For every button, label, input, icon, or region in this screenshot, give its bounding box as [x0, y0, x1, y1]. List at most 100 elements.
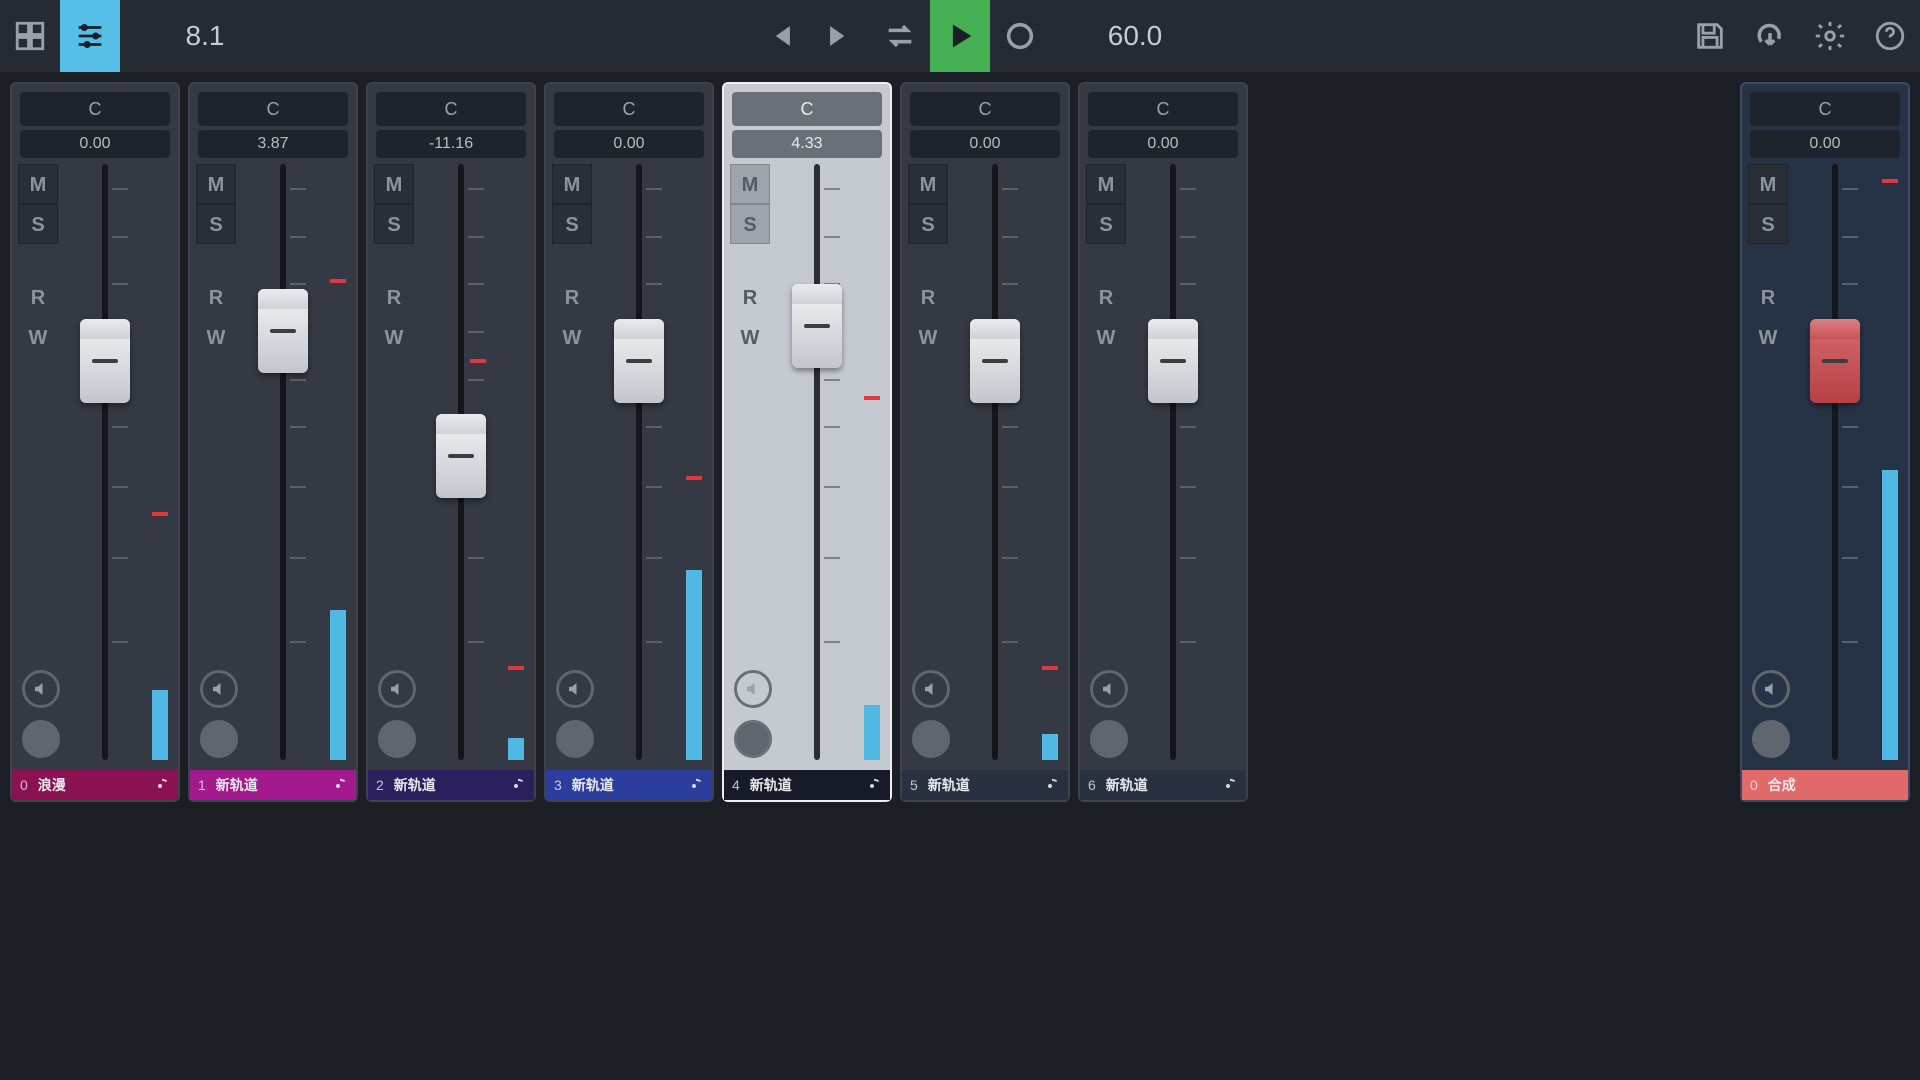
read-auto-button[interactable]: R [196, 278, 236, 318]
arm-record-icon[interactable] [22, 720, 60, 758]
pan-value[interactable]: C [1750, 92, 1900, 126]
channel-footer[interactable]: 1 新轨道 [190, 770, 356, 800]
master-channel[interactable]: C 0.00 M S R W [1740, 82, 1910, 802]
write-auto-button[interactable]: W [730, 318, 770, 358]
help-icon[interactable] [1860, 0, 1920, 72]
mute-button[interactable]: M [1086, 164, 1126, 204]
grid-view-icon[interactable] [0, 0, 60, 72]
mixer-channel[interactable]: C -11.16 M S R W [366, 82, 536, 802]
mute-button[interactable]: M [18, 164, 58, 204]
monitor-icon[interactable] [200, 670, 238, 708]
mute-button[interactable]: M [730, 164, 770, 204]
write-auto-button[interactable]: W [552, 318, 592, 358]
pan-value[interactable]: C [1088, 92, 1238, 126]
monitor-icon[interactable] [556, 670, 594, 708]
db-value[interactable]: 0.00 [1088, 130, 1238, 158]
fader-handle[interactable] [436, 414, 486, 498]
channel-footer[interactable]: 0 浪漫 [12, 770, 178, 800]
prev-icon[interactable] [750, 0, 810, 72]
read-auto-button[interactable]: R [730, 278, 770, 318]
monitor-icon[interactable] [1752, 670, 1790, 708]
write-auto-button[interactable]: W [1086, 318, 1126, 358]
tempo-value[interactable]: 60.0 [1050, 20, 1220, 52]
pan-value[interactable]: C [376, 92, 526, 126]
pan-value[interactable]: C [910, 92, 1060, 126]
mixer-channel[interactable]: C 0.00 M S R W [544, 82, 714, 802]
pan-value[interactable]: C [732, 92, 882, 126]
monitor-icon[interactable] [734, 670, 772, 708]
write-auto-button[interactable]: W [196, 318, 236, 358]
mute-button[interactable]: M [552, 164, 592, 204]
db-value[interactable]: -11.16 [376, 130, 526, 158]
read-auto-button[interactable]: R [552, 278, 592, 318]
fader-handle[interactable] [792, 284, 842, 368]
monitor-icon[interactable] [912, 670, 950, 708]
download-icon[interactable] [1740, 0, 1800, 72]
monitor-icon[interactable] [378, 670, 416, 708]
db-value[interactable]: 4.33 [732, 130, 882, 158]
pan-value[interactable]: C [554, 92, 704, 126]
solo-button[interactable]: S [18, 204, 58, 244]
arm-record-icon[interactable] [200, 720, 238, 758]
mute-button[interactable]: M [374, 164, 414, 204]
read-auto-button[interactable]: R [1748, 278, 1788, 318]
arm-record-icon[interactable] [1752, 720, 1790, 758]
monitor-icon[interactable] [1090, 670, 1128, 708]
channel-footer[interactable]: 4 新轨道 [724, 770, 890, 800]
arm-record-icon[interactable] [734, 720, 772, 758]
arm-record-icon[interactable] [1090, 720, 1128, 758]
fader-handle[interactable] [258, 289, 308, 373]
arm-record-icon[interactable] [556, 720, 594, 758]
solo-button[interactable]: S [730, 204, 770, 244]
write-auto-button[interactable]: W [908, 318, 948, 358]
mixer-view-icon[interactable] [60, 0, 120, 72]
solo-button[interactable]: S [1748, 204, 1788, 244]
mixer-channel[interactable]: C 0.00 M S R W [10, 82, 180, 802]
mute-button[interactable]: M [1748, 164, 1788, 204]
fader-handle[interactable] [1810, 319, 1860, 403]
mixer-channel[interactable]: C 0.00 M S R W [1078, 82, 1248, 802]
mixer-channel[interactable]: C 3.87 M S R W [188, 82, 358, 802]
channel-footer[interactable]: 3 新轨道 [546, 770, 712, 800]
channel-footer[interactable]: 0 合成 [1742, 770, 1908, 800]
mute-button[interactable]: M [908, 164, 948, 204]
record-icon[interactable] [990, 0, 1050, 72]
db-value[interactable]: 0.00 [910, 130, 1060, 158]
read-auto-button[interactable]: R [908, 278, 948, 318]
mute-button[interactable]: M [196, 164, 236, 204]
read-auto-button[interactable]: R [374, 278, 414, 318]
db-value[interactable]: 0.00 [554, 130, 704, 158]
settings-icon[interactable] [1800, 0, 1860, 72]
solo-button[interactable]: S [1086, 204, 1126, 244]
solo-button[interactable]: S [374, 204, 414, 244]
read-auto-button[interactable]: R [1086, 278, 1126, 318]
play-icon[interactable] [930, 0, 990, 72]
fader-handle[interactable] [80, 319, 130, 403]
channel-footer[interactable]: 2 新轨道 [368, 770, 534, 800]
arm-record-icon[interactable] [912, 720, 950, 758]
db-value[interactable]: 0.00 [20, 130, 170, 158]
monitor-icon[interactable] [22, 670, 60, 708]
save-icon[interactable] [1680, 0, 1740, 72]
arm-record-icon[interactable] [378, 720, 416, 758]
mixer-channel[interactable]: C 0.00 M S R W [900, 82, 1070, 802]
solo-button[interactable]: S [196, 204, 236, 244]
loop-icon[interactable] [870, 0, 930, 72]
write-auto-button[interactable]: W [18, 318, 58, 358]
solo-button[interactable]: S [552, 204, 592, 244]
pan-value[interactable]: C [20, 92, 170, 126]
channel-footer[interactable]: 5 新轨道 [902, 770, 1068, 800]
read-auto-button[interactable]: R [18, 278, 58, 318]
solo-button[interactable]: S [908, 204, 948, 244]
transport-position[interactable]: 8.1 [120, 20, 290, 52]
next-icon[interactable] [810, 0, 870, 72]
channel-footer[interactable]: 6 新轨道 [1080, 770, 1246, 800]
mixer-channel[interactable]: C 4.33 M S R W [722, 82, 892, 802]
db-value[interactable]: 3.87 [198, 130, 348, 158]
write-auto-button[interactable]: W [374, 318, 414, 358]
fader-handle[interactable] [970, 319, 1020, 403]
fader-handle[interactable] [1148, 319, 1198, 403]
db-value[interactable]: 0.00 [1750, 130, 1900, 158]
write-auto-button[interactable]: W [1748, 318, 1788, 358]
fader-handle[interactable] [614, 319, 664, 403]
